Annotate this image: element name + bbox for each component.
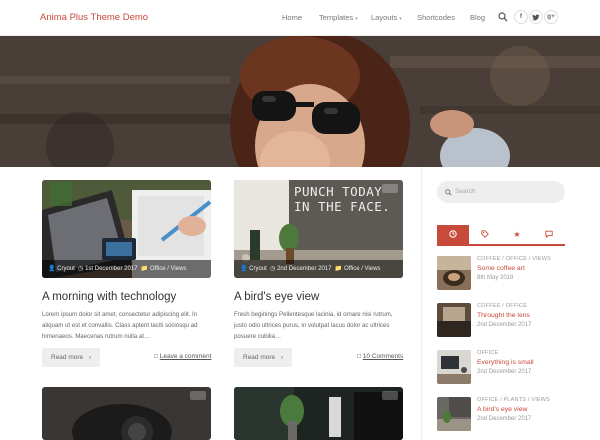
sidebar-tabs: ★ bbox=[437, 225, 565, 246]
post-title[interactable]: A morning with technology bbox=[42, 291, 176, 303]
sidebar-search-input[interactable]: Search bbox=[437, 181, 565, 203]
tab-tags[interactable] bbox=[469, 225, 501, 244]
tab-comments[interactable] bbox=[533, 225, 565, 244]
post-excerpt: Lorem ipsum dolor sit amet, consectetur … bbox=[42, 311, 198, 340]
nav-shortcodes[interactable]: Shortcodes bbox=[417, 13, 455, 22]
site-title[interactable]: Anima Plus Theme Demo bbox=[40, 12, 148, 23]
recent-post-thumbnail[interactable] bbox=[437, 303, 471, 337]
tab-recent[interactable] bbox=[437, 225, 469, 244]
recent-post-title[interactable]: Throught the lens bbox=[477, 312, 530, 319]
recent-post-thumbnail[interactable] bbox=[437, 397, 471, 431]
clock-icon: ◷ bbox=[78, 266, 84, 272]
site-header: Anima Plus Theme Demo Home Templates ▾ La… bbox=[0, 0, 600, 36]
recent-post-thumbnail[interactable] bbox=[437, 350, 471, 384]
chevron-right-icon: › bbox=[88, 354, 91, 361]
read-more-button[interactable]: Read more › bbox=[42, 348, 100, 367]
recent-post-title[interactable]: Everything is small bbox=[477, 359, 534, 366]
folder-icon: 📁 bbox=[334, 266, 343, 272]
googleplus-icon[interactable]: g+ bbox=[544, 10, 558, 24]
recent-post-categories[interactable]: COFFEE / OFFICE bbox=[477, 303, 527, 309]
chevron-right-icon: › bbox=[280, 354, 283, 361]
user-icon: 👤 bbox=[240, 266, 248, 272]
sidebar-divider bbox=[421, 167, 422, 440]
desk-plant-photo-icon bbox=[234, 387, 403, 440]
recent-post-date: 8th May 2018 bbox=[477, 275, 514, 281]
twitter-icon[interactable] bbox=[529, 10, 543, 24]
recent-post-date: 2nd December 2017 bbox=[477, 369, 532, 375]
nav-templates[interactable]: Templates ▾ bbox=[319, 13, 358, 22]
post-excerpt: Fresh beginings Pellentesque lacinia, id… bbox=[234, 311, 393, 340]
facebook-icon[interactable]: f bbox=[514, 10, 528, 24]
lens-photo-icon bbox=[437, 303, 471, 337]
post-thumbnail[interactable] bbox=[234, 387, 403, 440]
chevron-down-icon: ▾ bbox=[399, 16, 402, 22]
comments-link[interactable]: □ Leave a comment bbox=[154, 353, 211, 360]
search-icon bbox=[445, 188, 452, 196]
folder-icon: 📁 bbox=[140, 266, 149, 272]
search-icon[interactable] bbox=[498, 12, 508, 22]
post-meta: 👤 Cryout ◷ 2nd December 2017 📁 Office / … bbox=[234, 260, 403, 278]
recent-post-categories[interactable]: OFFICE / PLANTS / VIEWS bbox=[477, 397, 550, 403]
nav-home[interactable]: Home bbox=[282, 13, 302, 22]
image-badge-icon bbox=[190, 391, 206, 400]
recent-post-thumbnail[interactable] bbox=[437, 256, 471, 290]
tag-icon bbox=[481, 230, 489, 238]
comment-icon: □ bbox=[357, 353, 361, 360]
camera-photo-icon bbox=[42, 387, 211, 440]
coffee-photo-icon bbox=[437, 256, 471, 290]
read-more-button[interactable]: Read more › bbox=[234, 348, 292, 367]
recent-post-date: 2nd December 2017 bbox=[477, 322, 532, 328]
image-badge-icon bbox=[382, 391, 398, 400]
comment-icon: □ bbox=[154, 353, 158, 360]
desk-photo-icon bbox=[437, 350, 471, 384]
clock-icon bbox=[449, 230, 457, 238]
chevron-down-icon: ▾ bbox=[355, 16, 358, 22]
post-thumbnail[interactable]: 👤 Cryout ◷ 1st December 2017 📁 Office / … bbox=[42, 180, 211, 278]
recent-post-categories[interactable]: OFFICE bbox=[477, 350, 498, 356]
clock-icon: ◷ bbox=[270, 266, 276, 272]
hero-image bbox=[0, 36, 600, 167]
recent-post-date: 2nd December 2017 bbox=[477, 416, 532, 422]
post-thumbnail[interactable]: PUNCH TODAY IN THE FACE. 👤 Cryout ◷ 2nd … bbox=[234, 180, 403, 278]
comment-icon bbox=[545, 230, 553, 239]
image-badge-icon bbox=[382, 184, 398, 193]
star-icon: ★ bbox=[513, 230, 521, 239]
tab-popular[interactable]: ★ bbox=[501, 225, 533, 244]
comments-link[interactable]: □ 10 Comments bbox=[357, 353, 403, 360]
recent-post-title[interactable]: Some coffee art bbox=[477, 265, 525, 272]
nav-layouts[interactable]: Layouts ▾ bbox=[371, 13, 402, 22]
nav-blog[interactable]: Blog bbox=[470, 13, 485, 22]
post-title[interactable]: A bird's eye view bbox=[234, 291, 319, 303]
post-thumbnail[interactable] bbox=[42, 387, 211, 440]
user-icon: 👤 bbox=[48, 266, 56, 272]
post-meta: 👤 Cryout ◷ 1st December 2017 📁 Office / … bbox=[42, 260, 211, 278]
punch-wall-photo-icon bbox=[437, 397, 471, 431]
recent-post-categories[interactable]: COFFEE / OFFICE / VIEWS bbox=[477, 256, 551, 262]
recent-post-title[interactable]: A bird's eye view bbox=[477, 406, 527, 413]
